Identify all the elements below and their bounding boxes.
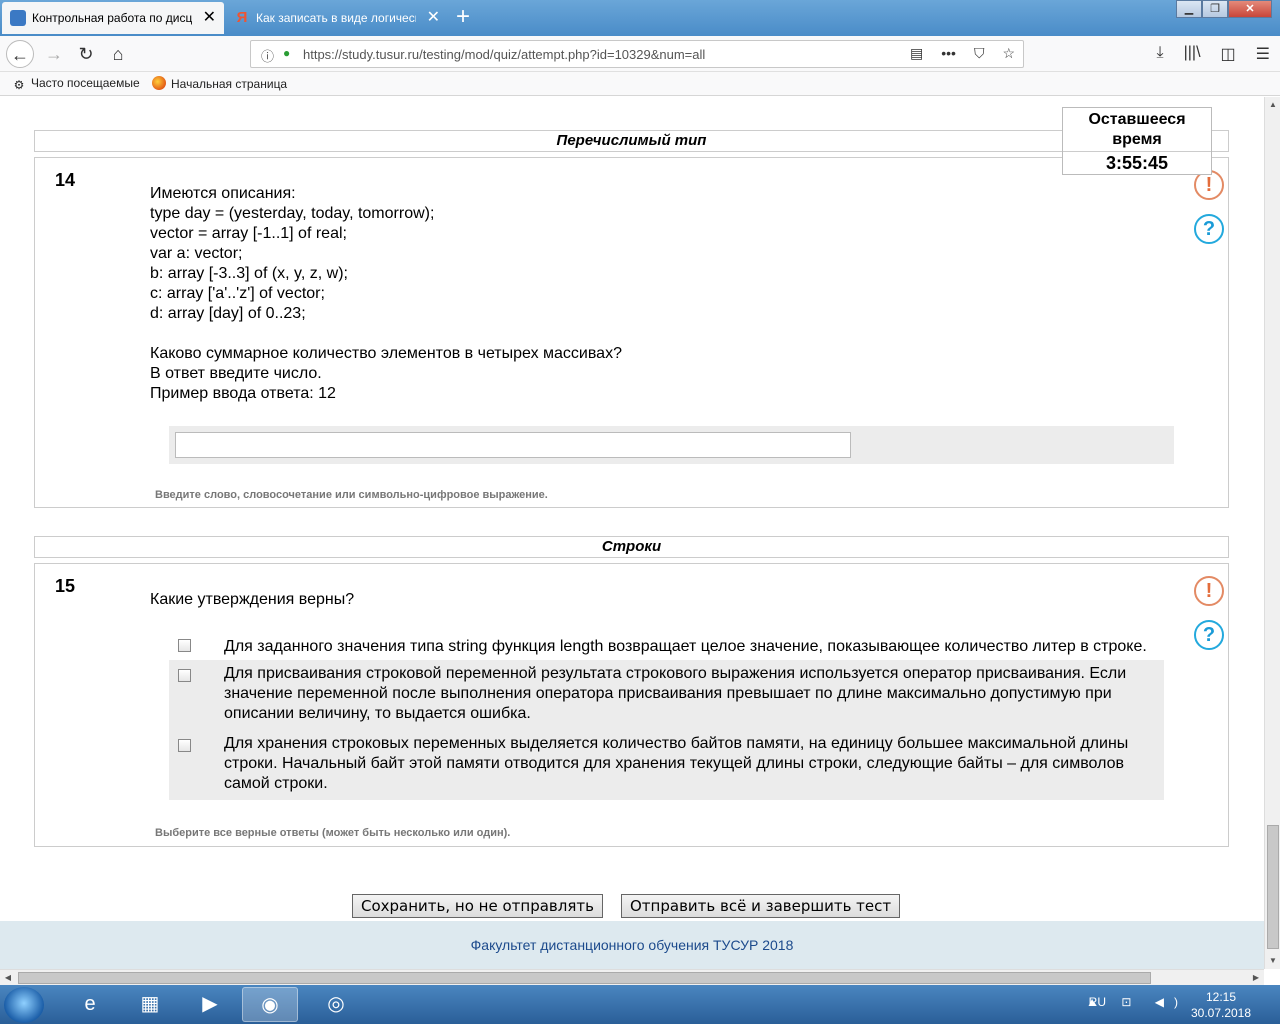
firefox-icon[interactable]: ◉: [242, 987, 298, 1022]
reader-view-icon[interactable]: ▤: [910, 45, 923, 62]
media-player-icon[interactable]: ▶: [182, 987, 238, 1022]
menu-icon[interactable]: ☰: [1256, 44, 1270, 64]
horizontal-scrollbar[interactable]: ◀ ▶: [0, 969, 1264, 985]
back-button[interactable]: ←: [6, 40, 34, 68]
question-15: 15 Какие утверждения верны? ! ? Для зада…: [34, 563, 1229, 847]
time-remaining-box: Оставшееся время 3:55:45: [1062, 107, 1212, 175]
minimize-button[interactable]: ▁: [1176, 0, 1202, 18]
scroll-right-arrow-icon[interactable]: ▶: [1248, 970, 1264, 986]
taskbar: e ▦ ▶ ◉ ◎ RU ▲ ⊡ ◀) 12:15 30.07.2018: [0, 985, 1280, 1024]
question-hint: Введите слово, словосочетание или символ…: [155, 489, 548, 501]
section-header-strings: Строки: [34, 536, 1229, 558]
tab-label: Как записать в виде логического выражени…: [256, 11, 416, 25]
timer-value: 3:55:45: [1063, 151, 1211, 174]
url-bar[interactable]: ⓘ ● https://study.tusur.ru/testing/mod/q…: [250, 40, 1024, 68]
close-window-button[interactable]: ✕: [1228, 0, 1272, 18]
tab-yandex[interactable]: Я Как записать в виде логического выраже…: [226, 2, 448, 34]
question-number: 14: [55, 170, 76, 190]
tab-label: Контрольная работа по дисциплине: [32, 11, 192, 25]
answer-option[interactable]: Для присваивания строковой переменной ре…: [169, 660, 1164, 730]
help-icon[interactable]: ?: [1194, 214, 1224, 244]
tab-bar: Контрольная работа по дисциплине ✕ Я Как…: [0, 0, 1280, 36]
question-text: Имеются описания: type day = (yesterday,…: [150, 185, 622, 402]
tray-icons[interactable]: ▲ ⊡ ◀): [1086, 995, 1188, 1009]
section-header-enum: Перечислимый тип: [34, 130, 1229, 152]
option-text: Для заданного значения типа string функц…: [224, 638, 1147, 655]
bookmark-most-visited[interactable]: ⚙ Часто посещаемые: [12, 76, 140, 92]
question-number: 15: [55, 576, 76, 596]
clock-date: 30.07.2018: [1190, 1006, 1252, 1020]
page-content: Перечислимый тип 14 Имеются описания: ty…: [0, 97, 1264, 969]
library-icon[interactable]: |||\: [1184, 44, 1201, 64]
bookmark-label: Часто посещаемые: [31, 76, 140, 90]
save-button[interactable]: Сохранить, но не отправлять: [352, 894, 603, 918]
forward-button[interactable]: →: [40, 40, 68, 68]
clock-time: 12:15: [1205, 990, 1237, 1004]
option-text: Для хранения строковых переменных выделя…: [224, 735, 1129, 792]
bookmark-label: Начальная страница: [171, 77, 288, 91]
firefox-icon: [152, 76, 166, 90]
yandex-favicon-icon: Я: [236, 9, 248, 26]
start-button[interactable]: [4, 987, 44, 1023]
ie-icon[interactable]: e: [62, 987, 118, 1022]
option-checkbox[interactable]: [178, 639, 191, 652]
question-14: 14 Имеются описания: type day = (yesterd…: [34, 157, 1229, 508]
sidebar-icon[interactable]: ◫: [1221, 44, 1236, 64]
question-text: Какие утверждения верны?: [150, 591, 355, 608]
timer-label: Оставшееся время: [1088, 111, 1186, 148]
chrome-icon[interactable]: ◎: [308, 987, 364, 1022]
clock[interactable]: 12:15 30.07.2018: [1186, 989, 1256, 1021]
reload-button[interactable]: ↻: [72, 40, 100, 68]
page-footer: Факультет дистанционного обучения ТУСУР …: [0, 921, 1264, 969]
scroll-thumb[interactable]: [18, 972, 1151, 984]
answer-option[interactable]: Для хранения строковых переменных выделя…: [169, 730, 1164, 800]
submit-all-button[interactable]: Отправить всё и завершить тест: [621, 894, 901, 918]
bookmark-star-icon[interactable]: ☆: [1002, 45, 1015, 62]
vertical-scrollbar[interactable]: ▲ ▼: [1264, 97, 1280, 969]
question-hint: Выберите все верные ответы (может быть н…: [155, 827, 511, 839]
url-actions: ▤ ••• ⛉ ☆: [910, 45, 1015, 62]
explorer-icon[interactable]: ▦: [122, 987, 178, 1022]
new-tab-button[interactable]: +: [456, 4, 470, 30]
answer-option[interactable]: Для заданного значения типа string функц…: [169, 634, 1164, 660]
lock-icon: ●: [283, 46, 291, 60]
option-checkbox[interactable]: [178, 669, 191, 682]
option-checkbox[interactable]: [178, 739, 191, 752]
scroll-thumb[interactable]: [1267, 825, 1279, 949]
info-icon[interactable]: ⓘ: [261, 46, 274, 65]
gear-icon: ⚙: [13, 78, 25, 92]
tab-quiz[interactable]: Контрольная работа по дисциплине ✕: [2, 2, 224, 34]
scroll-left-arrow-icon[interactable]: ◀: [0, 970, 16, 986]
pocket-icon[interactable]: ⛉: [974, 45, 985, 62]
answer-area: [169, 426, 1174, 464]
window-controls: ▁ ❐ ✕: [1176, 0, 1272, 18]
option-text: Для присваивания строковой переменной ре…: [224, 665, 1127, 722]
help-icon[interactable]: ?: [1194, 620, 1224, 650]
bookmark-start-page[interactable]: Начальная страница: [152, 76, 287, 91]
toolbar-right: ⤓ |||\ ◫ ☰: [1157, 44, 1270, 64]
tab-close-icon[interactable]: ✕: [427, 2, 440, 34]
maximize-button[interactable]: ❐: [1202, 0, 1228, 18]
flag-icon[interactable]: !: [1194, 576, 1224, 606]
answer-input[interactable]: [175, 432, 851, 458]
navigation-bar: ← → ↻ ⌂ ⓘ ● https://study.tusur.ru/testi…: [0, 36, 1280, 72]
url-text[interactable]: https://study.tusur.ru/testing/mod/quiz/…: [303, 47, 705, 62]
moodle-favicon-icon: [10, 10, 26, 26]
home-button[interactable]: ⌂: [104, 40, 132, 68]
scroll-up-arrow-icon[interactable]: ▲: [1265, 97, 1280, 113]
page-actions-icon[interactable]: •••: [941, 45, 956, 62]
footer-text: Факультет дистанционного обучения ТУСУР …: [470, 937, 794, 953]
bookmarks-bar: ⚙ Часто посещаемые Начальная страница: [0, 72, 1280, 96]
downloads-icon[interactable]: ⤓: [1157, 44, 1164, 64]
scroll-down-arrow-icon[interactable]: ▼: [1265, 953, 1280, 969]
tab-close-icon[interactable]: ✕: [203, 2, 216, 34]
